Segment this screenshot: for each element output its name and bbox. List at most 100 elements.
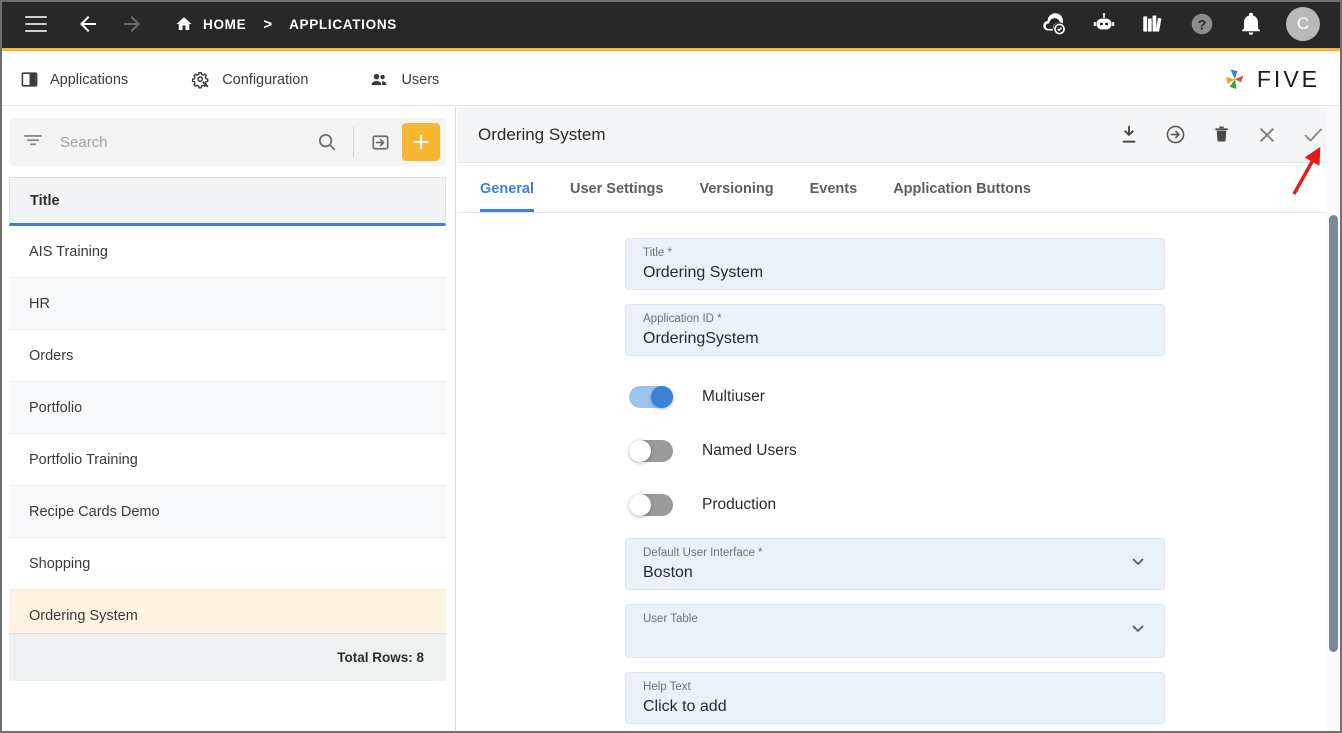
search-input[interactable] xyxy=(60,133,312,151)
table-row[interactable]: Orders xyxy=(9,330,446,382)
filter-icon[interactable] xyxy=(23,133,43,152)
notifications-bell-icon[interactable] xyxy=(1237,10,1265,38)
page-title: Ordering System xyxy=(478,124,606,144)
application-id-field-value: OrderingSystem xyxy=(643,330,759,347)
default-user-interface-label: Default User Interface * xyxy=(643,547,763,559)
vertical-scrollbar[interactable] xyxy=(1327,108,1340,733)
help-text-value: Click to add xyxy=(643,698,727,715)
grid-column-header-title: Title xyxy=(30,192,60,209)
save-check-icon[interactable] xyxy=(1300,122,1326,148)
title-field[interactable]: Title * Ordering System xyxy=(625,238,1165,290)
detail-tab-bar: General User Settings Versioning Events … xyxy=(457,163,1342,213)
tab-general[interactable]: General xyxy=(480,181,534,212)
detail-actions xyxy=(1116,122,1326,148)
configuration-gear-icon xyxy=(192,71,209,88)
table-row-title: Portfolio xyxy=(29,399,83,416)
total-rows-label: Total Rows: 8 xyxy=(337,650,424,665)
table-row[interactable]: AIS Training xyxy=(9,226,446,278)
production-label: Production xyxy=(702,496,777,513)
brand-logo: FIVE xyxy=(1220,65,1320,95)
table-row-title: Shopping xyxy=(29,555,91,572)
table-row-title: Portfolio Training xyxy=(29,451,138,468)
toggle-knob xyxy=(629,440,651,462)
chevron-down-icon[interactable] xyxy=(1128,552,1148,577)
users-icon xyxy=(371,73,387,85)
default-user-interface-value: Boston xyxy=(643,564,693,581)
add-application-button[interactable] xyxy=(402,123,440,161)
applications-list-panel: Title AIS Training HR Orders Portfolio P… xyxy=(0,107,456,733)
top-bar-icons: ? C xyxy=(1041,7,1320,41)
title-field-label: Title * xyxy=(643,247,672,259)
application-id-field-label: Application ID * xyxy=(643,313,722,325)
user-table-field[interactable]: User Table xyxy=(625,604,1165,658)
general-form: Title * Ordering System Application ID *… xyxy=(457,213,1342,732)
production-toggle-row: Production xyxy=(629,478,1165,532)
chat-bot-icon[interactable] xyxy=(1090,10,1118,38)
table-row-title: Ordering System xyxy=(29,607,138,624)
grid-column-header[interactable]: Title xyxy=(9,177,446,226)
table-row-title: Orders xyxy=(29,347,74,364)
required-marker: * xyxy=(664,247,672,259)
avatar[interactable]: C xyxy=(1286,7,1320,41)
table-row[interactable]: HR xyxy=(9,278,446,330)
multiuser-toggle[interactable] xyxy=(629,386,673,408)
arrow-forward-icon[interactable] xyxy=(119,11,145,37)
required-marker: * xyxy=(754,547,763,559)
named-users-toggle-row: Named Users xyxy=(629,424,1165,478)
cloud-check-icon[interactable] xyxy=(1041,10,1069,38)
breadcrumb: HOME > APPLICATIONS xyxy=(175,15,397,33)
tab-user-settings[interactable]: User Settings xyxy=(570,181,663,212)
required-marker: * xyxy=(713,313,722,325)
library-books-icon[interactable] xyxy=(1139,10,1167,38)
table-row[interactable]: Portfolio xyxy=(9,382,446,434)
nav-tab-strip: Applications Configuration Users FIVE xyxy=(0,54,1342,106)
nav-tab-users[interactable]: Users xyxy=(368,70,439,90)
default-user-interface-field[interactable]: Default User Interface * Boston xyxy=(625,538,1165,590)
tab-application-buttons[interactable]: Application Buttons xyxy=(893,181,1031,212)
table-row-title: HR xyxy=(29,295,50,312)
brand-name: FIVE xyxy=(1256,66,1320,92)
hamburger-icon[interactable] xyxy=(25,16,47,32)
application-id-field[interactable]: Application ID * OrderingSystem xyxy=(625,304,1165,356)
tab-versioning[interactable]: Versioning xyxy=(699,181,773,212)
breadcrumb-home[interactable]: HOME xyxy=(175,15,246,33)
multiuser-toggle-row: Multiuser xyxy=(629,370,1165,424)
help-text-label: Help Text xyxy=(643,681,691,693)
close-icon[interactable] xyxy=(1254,122,1280,148)
applications-icon xyxy=(21,72,38,87)
export-icon[interactable] xyxy=(1162,122,1188,148)
detail-panel: Ordering System General User Settings Ve… xyxy=(457,107,1342,733)
help-text-field[interactable]: Help Text Click to add xyxy=(625,672,1165,724)
search-icon[interactable] xyxy=(312,127,342,157)
download-icon[interactable] xyxy=(1116,122,1142,148)
tab-events[interactable]: Events xyxy=(810,181,858,212)
table-row[interactable]: Recipe Cards Demo xyxy=(9,486,446,538)
title-field-value: Ordering System xyxy=(643,264,764,281)
toggle-knob xyxy=(629,494,651,516)
table-row-title: Recipe Cards Demo xyxy=(29,503,160,520)
table-row[interactable]: Portfolio Training xyxy=(9,434,446,486)
table-row[interactable]: Shopping xyxy=(9,538,446,590)
detail-header: Ordering System xyxy=(457,107,1342,163)
import-icon[interactable] xyxy=(365,127,395,157)
scrollbar-thumb[interactable] xyxy=(1329,215,1338,652)
nav-tab-applications[interactable]: Applications xyxy=(20,70,128,89)
production-toggle[interactable] xyxy=(629,494,673,516)
chevron-down-icon[interactable] xyxy=(1128,619,1148,644)
named-users-label: Named Users xyxy=(702,442,797,459)
toolbar-divider xyxy=(353,127,354,157)
help-icon[interactable]: ? xyxy=(1188,10,1216,38)
breadcrumb-current: APPLICATIONS xyxy=(289,16,397,32)
arrow-back-icon[interactable] xyxy=(75,11,101,37)
named-users-toggle[interactable] xyxy=(629,440,673,462)
delete-icon[interactable] xyxy=(1208,122,1234,148)
user-table-label: User Table xyxy=(643,613,698,625)
nav-tab-configuration[interactable]: Configuration xyxy=(191,70,308,90)
nav-tab-configuration-label: Configuration xyxy=(222,71,309,88)
breadcrumb-home-label: HOME xyxy=(203,16,247,32)
five-pinwheel-logo xyxy=(1225,69,1244,89)
table-row-selected[interactable]: Ordering System xyxy=(9,590,446,633)
home-icon xyxy=(176,17,192,30)
top-bar: HOME > APPLICATIONS ? C xyxy=(0,0,1342,51)
breadcrumb-separator: > xyxy=(263,15,273,33)
